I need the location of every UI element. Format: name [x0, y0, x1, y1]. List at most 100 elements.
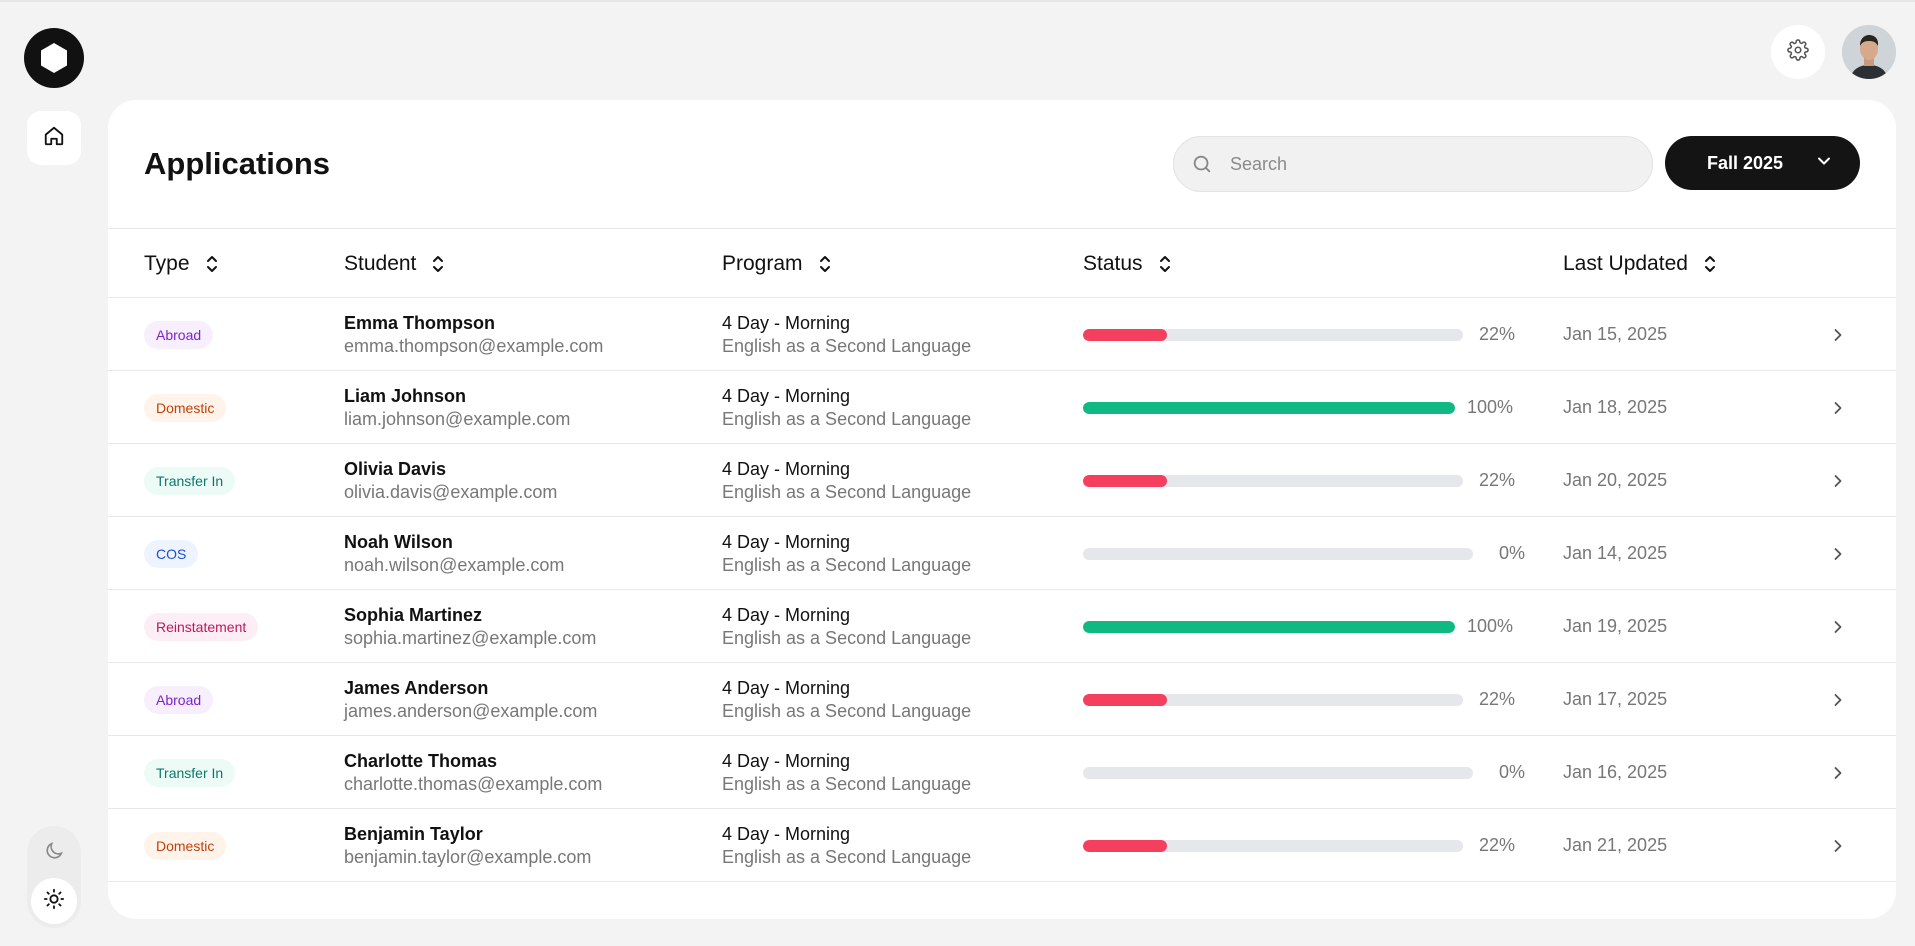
column-header-last-updated[interactable]: Last Updated — [1563, 229, 1718, 299]
chevron-right-icon[interactable] — [1828, 663, 1848, 736]
last-updated-cell: Jan 15, 2025 — [1563, 298, 1667, 371]
progress-percent: 100% — [1467, 397, 1514, 417]
student-name: Charlotte Thomas — [344, 750, 498, 771]
student-cell: Liam Johnson liam.johnson@example.com — [344, 371, 570, 444]
program-cell: 4 Day - Morning English as a Second Langu… — [722, 736, 971, 809]
student-email: james.anderson@example.com — [344, 700, 598, 721]
moon-icon — [43, 840, 65, 867]
program-detail: English as a Second Language — [722, 846, 972, 867]
last-updated-date: Jan 21, 2025 — [1563, 835, 1668, 855]
progress-bar — [1083, 839, 1463, 852]
type-badge: Domestic — [144, 393, 227, 422]
chevron-right-icon[interactable] — [1828, 517, 1848, 590]
student-cell: Noah Wilson noah.wilson@example.com — [344, 517, 564, 590]
hexagon-logo-icon[interactable] — [24, 28, 84, 88]
program-detail: English as a Second Language — [722, 554, 972, 575]
column-label: Status — [1083, 252, 1143, 275]
column-header-type[interactable]: Type — [144, 229, 220, 299]
status-cell: 22% — [1083, 444, 1515, 517]
chevron-right-icon[interactable] — [1828, 736, 1848, 809]
last-updated-date: Jan 16, 2025 — [1563, 762, 1668, 782]
program-name: 4 Day - Morning — [722, 750, 851, 771]
sun-icon — [43, 888, 65, 915]
last-updated-date: Jan 20, 2025 — [1563, 470, 1668, 490]
type-badge: Abroad — [144, 320, 214, 349]
student-email: noah.wilson@example.com — [344, 554, 565, 575]
sort-icon[interactable] — [430, 254, 446, 274]
student-email: benjamin.taylor@example.com — [344, 846, 592, 867]
type-badge: Domestic — [144, 831, 227, 860]
chevron-right-icon[interactable] — [1828, 444, 1848, 517]
type-cell: Abroad — [144, 663, 214, 736]
program-name: 4 Day - Morning — [722, 531, 851, 552]
avatar[interactable] — [1842, 25, 1896, 79]
search-box — [1173, 136, 1653, 192]
type-badge: Transfer In — [144, 466, 236, 495]
column-header-program[interactable]: Program — [722, 229, 833, 299]
term-select[interactable]: Fall 2025 — [1665, 136, 1860, 190]
progress-fill — [1083, 401, 1455, 414]
last-updated-cell: Jan 14, 2025 — [1563, 517, 1667, 590]
table-row[interactable]: COS Noah Wilson noah.wilson@example.com 4 D… — [108, 517, 1896, 590]
program-name: 4 Day - Morning — [722, 385, 851, 406]
table-row[interactable]: Domestic Benjamin Taylor benjamin.taylor@e… — [108, 809, 1896, 882]
applications-card: Applications Fall 2025 Type Student Prog… — [108, 100, 1896, 919]
progress-bar — [1083, 547, 1473, 560]
table-row[interactable]: Abroad James Anderson james.anderson@examp… — [108, 663, 1896, 736]
progress-percent: 100% — [1467, 616, 1514, 636]
type-badge: COS — [144, 539, 199, 568]
program-cell: 4 Day - Morning English as a Second Langu… — [722, 371, 971, 444]
student-name: Emma Thompson — [344, 312, 496, 333]
table-row[interactable]: Domestic Liam Johnson liam.johnson@example… — [108, 371, 1896, 444]
settings-button[interactable] — [1771, 25, 1825, 79]
progress-fill — [1083, 839, 1167, 852]
sort-icon[interactable] — [1702, 254, 1718, 274]
sort-icon[interactable] — [204, 254, 220, 274]
type-badge: Reinstatement — [144, 612, 259, 641]
column-header-status[interactable]: Status — [1083, 229, 1173, 299]
table-row[interactable]: Transfer In Charlotte Thomas charlotte.tho… — [108, 736, 1896, 809]
program-cell: 4 Day - Morning English as a Second Langu… — [722, 444, 971, 517]
chevron-right-icon[interactable] — [1828, 590, 1848, 663]
chevron-right-icon[interactable] — [1828, 809, 1848, 882]
progress-bar — [1083, 328, 1463, 341]
program-detail: English as a Second Language — [722, 700, 972, 721]
column-header-student[interactable]: Student — [344, 229, 446, 299]
sort-icon[interactable] — [817, 254, 833, 274]
last-updated-cell: Jan 18, 2025 — [1563, 371, 1667, 444]
home-button[interactable] — [27, 111, 81, 165]
student-name: Noah Wilson — [344, 531, 453, 552]
table-row[interactable]: Reinstatement Sophia Martinez sophia.marti… — [108, 590, 1896, 663]
page-title: Applications — [144, 146, 331, 181]
dark-mode-button[interactable] — [31, 830, 77, 876]
progress-percent: 22% — [1478, 470, 1515, 490]
table-row[interactable]: Abroad Emma Thompson emma.thompson@example… — [108, 298, 1896, 371]
applications-table: Type Student Program Status Last Updated… — [108, 228, 1896, 882]
student-email: emma.thompson@example.com — [344, 335, 604, 356]
sort-icon[interactable] — [1157, 254, 1173, 274]
program-cell: 4 Day - Morning English as a Second Langu… — [722, 590, 971, 663]
chevron-right-icon[interactable] — [1828, 371, 1848, 444]
student-cell: Sophia Martinez sophia.martinez@example.c… — [344, 590, 596, 663]
program-detail: English as a Second Language — [722, 408, 972, 429]
search-input[interactable] — [1230, 153, 1652, 175]
light-mode-button[interactable] — [31, 878, 77, 924]
last-updated-cell: Jan 19, 2025 — [1563, 590, 1667, 663]
type-cell: Reinstatement — [144, 590, 259, 663]
gear-icon — [1787, 38, 1809, 66]
column-label: Program — [722, 252, 803, 275]
progress-percent: 22% — [1478, 835, 1515, 855]
program-detail: English as a Second Language — [722, 627, 972, 648]
last-updated-cell: Jan 17, 2025 — [1563, 663, 1667, 736]
table-row[interactable]: Transfer In Olivia Davis olivia.davis@exam… — [108, 444, 1896, 517]
student-cell: Benjamin Taylor benjamin.taylor@example.c… — [344, 809, 591, 882]
program-detail: English as a Second Language — [722, 773, 972, 794]
type-badge: Transfer In — [144, 758, 236, 787]
progress-bar — [1083, 474, 1463, 487]
term-select-value: Fall 2025 — [1707, 152, 1784, 173]
type-badge: Abroad — [144, 685, 214, 714]
progress-bar — [1083, 766, 1473, 779]
student-name: Sophia Martinez — [344, 604, 483, 625]
program-detail: English as a Second Language — [722, 335, 972, 356]
chevron-right-icon[interactable] — [1828, 298, 1848, 371]
